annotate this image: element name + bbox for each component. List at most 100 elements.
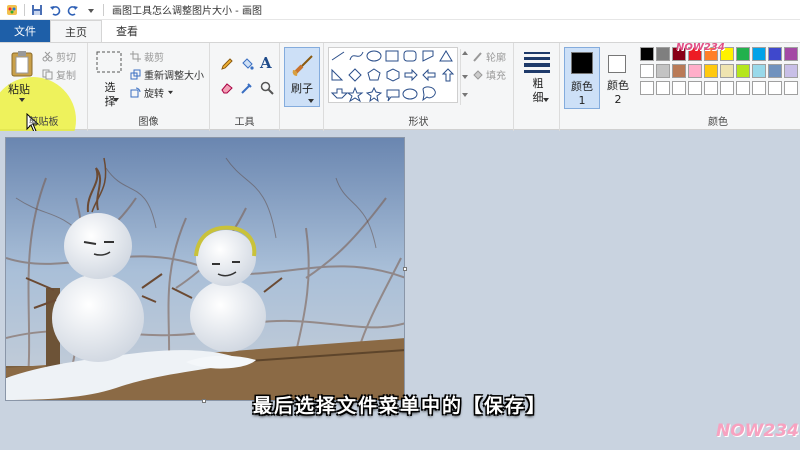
clipboard-label: 剪贴板 — [28, 117, 59, 128]
color1-button[interactable]: 颜色 1 — [564, 47, 600, 109]
snowman-image — [6, 138, 404, 400]
color-swatch[interactable] — [704, 64, 718, 78]
resize-button[interactable]: 重新调整大小 — [130, 67, 204, 82]
crop-icon — [130, 51, 141, 62]
tab-view[interactable]: 查看 — [102, 20, 152, 42]
customize-dropdown-icon[interactable] — [85, 4, 97, 16]
color-swatch[interactable] — [640, 64, 654, 78]
shapes-label: 形状 — [408, 117, 429, 128]
color-swatch[interactable] — [752, 81, 766, 95]
tools-group: A 工具 — [210, 43, 280, 131]
eraser-icon[interactable] — [220, 81, 234, 95]
fill-button[interactable]: 填充 — [472, 67, 506, 82]
size-group: 粗细 — [514, 43, 560, 131]
color-swatch[interactable] — [768, 81, 782, 95]
color-swatch[interactable] — [768, 47, 782, 61]
select-icon — [96, 51, 122, 73]
chevron-down-icon — [543, 98, 549, 102]
magnifier-icon[interactable] — [260, 81, 274, 95]
chevron-down-icon — [308, 99, 314, 103]
color2-swatch — [608, 55, 626, 73]
color2-label: 颜色 2 — [607, 79, 629, 106]
tools-label: 工具 — [234, 117, 255, 128]
color-swatch[interactable] — [736, 64, 750, 78]
color-palette — [636, 43, 800, 113]
rotate-label: 旋转 — [144, 89, 164, 100]
color-swatch[interactable] — [656, 47, 670, 61]
brush-icon — [292, 55, 313, 76]
color-swatch[interactable] — [656, 81, 670, 95]
color-swatch[interactable] — [720, 81, 734, 95]
color-swatch[interactable] — [688, 81, 702, 95]
colors-label: 颜色 — [708, 117, 728, 128]
shapes-gallery[interactable] — [328, 47, 458, 103]
fill-icon — [473, 70, 483, 80]
color-swatch[interactable] — [768, 64, 782, 78]
text-tool-icon[interactable]: A — [260, 54, 272, 72]
cut-label: 剪切 — [56, 53, 76, 64]
color-swatch[interactable] — [752, 64, 766, 78]
line-size-icon — [524, 52, 550, 73]
color-swatch[interactable] — [784, 64, 798, 78]
select-button[interactable]: 选择 — [100, 81, 120, 109]
pencil-icon[interactable] — [220, 57, 234, 71]
color1-label: 颜色 1 — [571, 80, 593, 107]
scissors-icon — [42, 51, 53, 62]
resize-label: 重新调整大小 — [144, 71, 204, 82]
brushes-label: 刷子 — [291, 82, 313, 95]
color-swatch[interactable] — [720, 64, 734, 78]
chevron-down-icon — [113, 98, 119, 102]
color-swatch[interactable] — [640, 47, 654, 61]
image-group: 选择 裁剪 重新调整大小 旋转 图像 — [88, 43, 210, 131]
color-swatch[interactable] — [784, 81, 798, 95]
save-icon[interactable] — [31, 4, 43, 16]
color-swatch[interactable] — [736, 81, 750, 95]
paste-button[interactable]: 粘贴 — [8, 81, 30, 97]
ribbon: 粘贴 剪切 复制 剪贴板 选择 裁剪 重新调整大小 旋转 图像 A 工具 刷子 … — [0, 42, 800, 163]
outline-button[interactable]: 轮廓 — [472, 49, 506, 64]
resize-handle-right[interactable] — [403, 267, 407, 271]
paint-app-icon — [7, 4, 17, 15]
clipboard-group: 粘贴 剪切 复制 剪贴板 — [0, 43, 88, 163]
shapes-group: 轮廓 填充 形状 — [324, 43, 514, 131]
window-title: 画图工具怎么调整图片大小 - 画图 — [112, 6, 262, 17]
tab-home[interactable]: 主页 — [50, 20, 102, 42]
color-swatch[interactable] — [672, 64, 686, 78]
color-swatch[interactable] — [688, 64, 702, 78]
color-select-group: 颜色 1 颜色 2 — [560, 43, 636, 131]
scroll-arrows-icon — [462, 51, 468, 97]
chevron-down-icon — [168, 90, 173, 95]
redo-icon[interactable] — [67, 4, 79, 16]
copy-label: 复制 — [56, 71, 76, 82]
cut-button[interactable]: 剪切 — [42, 49, 76, 64]
color-swatch[interactable] — [736, 47, 750, 61]
color1-swatch — [571, 52, 593, 74]
outline-icon — [473, 52, 482, 62]
crop-button[interactable]: 裁剪 — [130, 49, 164, 64]
color-swatch[interactable] — [640, 81, 654, 95]
fill-bucket-icon[interactable] — [240, 57, 254, 71]
tab-file[interactable]: 文件 — [0, 20, 50, 42]
color-swatch[interactable] — [752, 47, 766, 61]
color-swatch[interactable] — [656, 64, 670, 78]
rotate-icon — [130, 87, 141, 98]
color2-button[interactable]: 颜色 2 — [602, 47, 634, 109]
color-swatch[interactable] — [672, 81, 686, 95]
image-label: 图像 — [138, 117, 159, 128]
watermark-top: NOW234 — [676, 42, 725, 53]
color-picker-icon[interactable] — [240, 81, 254, 95]
outline-label: 轮廓 — [486, 53, 506, 64]
shapes-gallery-icons — [330, 50, 455, 103]
undo-icon[interactable] — [49, 4, 61, 16]
title-bar: 画图工具怎么调整图片大小 - 画图 — [0, 0, 800, 20]
shapes-scroll[interactable] — [460, 49, 468, 105]
brushes-button[interactable]: 刷子 — [284, 47, 320, 107]
video-subtitle: 最后选择文件菜单中的【保存】 — [252, 395, 547, 417]
color-swatch[interactable] — [704, 81, 718, 95]
color-swatch[interactable] — [784, 47, 798, 61]
chevron-down-icon — [19, 98, 25, 102]
rotate-button[interactable]: 旋转 — [130, 85, 174, 100]
copy-button[interactable]: 复制 — [42, 67, 76, 82]
colors-group: 颜色 — [636, 43, 800, 131]
snowman-photo[interactable] — [5, 137, 405, 401]
